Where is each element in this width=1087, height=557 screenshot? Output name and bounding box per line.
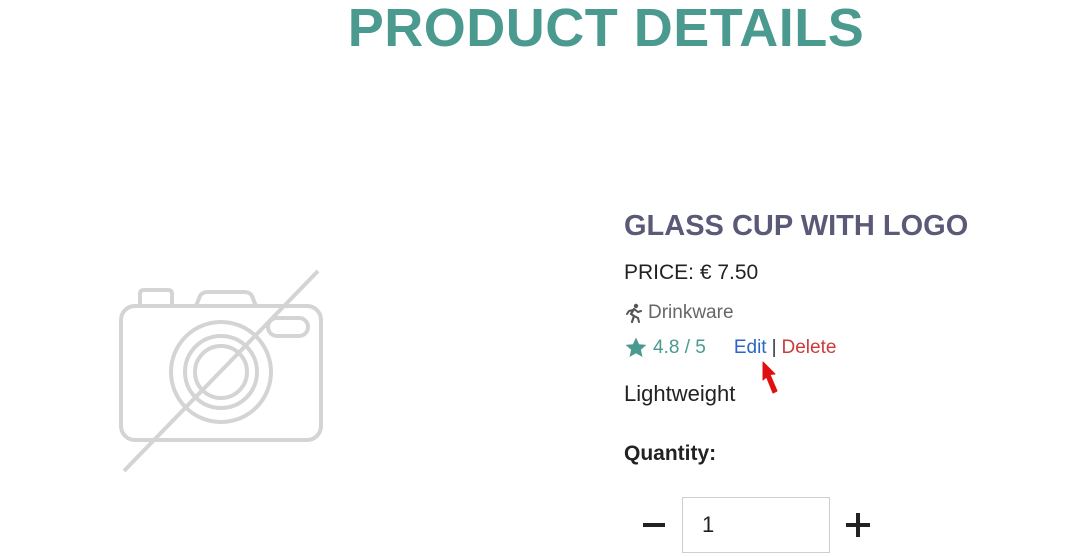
category-label: Drinkware [648, 302, 734, 323]
quantity-stepper [640, 497, 872, 553]
no-image-camera-icon [119, 269, 323, 473]
product-price: PRICE: € 7.50 [624, 261, 759, 284]
quantity-label: Quantity: [624, 442, 717, 465]
delete-link[interactable]: Delete [782, 337, 837, 359]
plus-icon [846, 513, 870, 537]
decrement-button[interactable] [640, 511, 668, 539]
product-image-placeholder [116, 266, 330, 476]
red-arrow-cursor-icon [762, 361, 778, 394]
running-person-icon [626, 303, 642, 323]
product-details-page: PRODUCT DETAILS GLASS CUP WITH LOGO PRIC… [0, 0, 1087, 557]
product-name: GLASS CUP WITH LOGO [624, 210, 969, 242]
minus-icon [643, 523, 665, 527]
page-title: PRODUCT DETAILS [347, 0, 865, 58]
quantity-input[interactable] [682, 497, 830, 553]
product-description: Lightweight [624, 381, 736, 406]
product-category: Drinkware [624, 302, 734, 324]
star-icon [625, 337, 647, 357]
edit-link[interactable]: Edit [734, 337, 767, 359]
rating-row: 4.8 / 5 Edit | Delete [624, 336, 836, 360]
increment-button[interactable] [844, 511, 872, 539]
rating-value: 4.8 / 5 [653, 337, 706, 358]
link-separator: | [771, 337, 777, 358]
